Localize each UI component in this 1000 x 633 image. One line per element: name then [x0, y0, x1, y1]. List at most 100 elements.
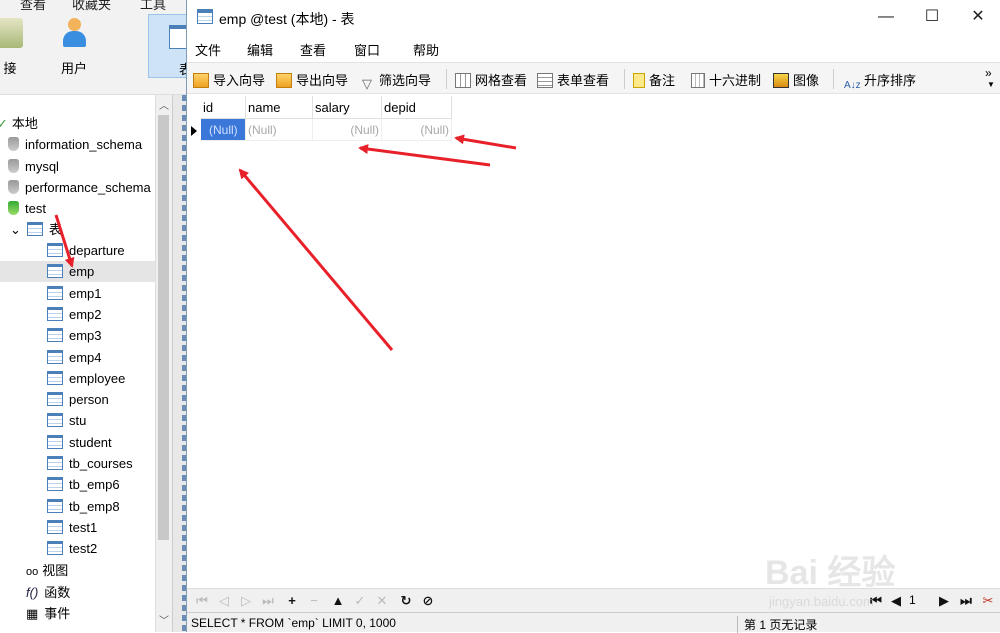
- tree-table-item[interactable]: emp2: [0, 304, 155, 325]
- tree-db-label: performance_schema: [25, 180, 151, 195]
- tree-table-label: person: [69, 392, 109, 408]
- form-view-button[interactable]: 表单查看: [537, 70, 609, 89]
- grid-cell-name[interactable]: (Null): [246, 119, 313, 141]
- close-button[interactable]: ✕: [955, 0, 1000, 34]
- tree-table-item[interactable]: student: [0, 432, 155, 453]
- tree-table-item[interactable]: emp1: [0, 283, 155, 304]
- title-bar[interactable]: emp @test (本地) - 表 — ☐ ✕: [187, 0, 1000, 34]
- tree-scrollbar-thumb[interactable]: [158, 115, 169, 540]
- add-record-icon[interactable]: +: [283, 592, 301, 610]
- tree-tables-node[interactable]: ⌄ 表: [10, 219, 62, 240]
- toolbar: 导入向导 导出向导 ▽ 筛选向导 网格查看 表单查看 备注 十六进制 图像 A↓z…: [187, 62, 1000, 94]
- bg-menu-favorites[interactable]: 收藏夹: [72, 0, 111, 13]
- bg-menu-view[interactable]: 查看: [20, 0, 46, 13]
- image-label: 图像: [793, 73, 820, 88]
- event-icon: ▦: [26, 606, 39, 621]
- export-wizard-label: 导出向导: [296, 73, 349, 88]
- image-button[interactable]: 图像: [773, 70, 819, 89]
- grid-cell-depid[interactable]: (Null): [382, 119, 452, 141]
- tree-table-item[interactable]: emp: [0, 261, 155, 283]
- tree-root-label: 本地: [11, 116, 38, 131]
- toolbar-dropdown-icon[interactable]: ▼: [987, 80, 995, 89]
- column-header-salary[interactable]: salary: [313, 96, 382, 119]
- stop-icon[interactable]: ⊘: [419, 592, 437, 610]
- tree-root[interactable]: ✓ 本地: [0, 113, 38, 134]
- tree-table-item[interactable]: test1: [0, 517, 155, 538]
- filter-wizard-button[interactable]: ▽ 筛选向导: [359, 70, 431, 91]
- watermark-url: jingyan.baidu.com: [769, 594, 874, 609]
- import-wizard-icon: [193, 73, 209, 88]
- bg-menu-tools[interactable]: 工具: [140, 0, 166, 13]
- column-header-id[interactable]: id: [201, 96, 246, 119]
- table-icon: [47, 243, 63, 257]
- tree-views-node[interactable]: oo 视图: [26, 560, 68, 581]
- tree-db-test[interactable]: test: [8, 198, 46, 219]
- tree-table-label: emp4: [69, 349, 102, 365]
- toolbar-overflow-button[interactable]: »: [985, 66, 992, 80]
- tree-db-label: information_schema: [25, 137, 143, 152]
- grid-cell-salary[interactable]: (Null): [313, 119, 382, 141]
- tree-table-item[interactable]: stu: [0, 410, 155, 431]
- first-record-icon[interactable]: ⏮: [193, 592, 211, 610]
- check-icon: ✓: [0, 116, 8, 131]
- menu-view[interactable]: 查看: [300, 40, 326, 59]
- minimize-button[interactable]: —: [863, 0, 909, 34]
- tree-table-item[interactable]: person: [0, 389, 155, 410]
- tree-db-mysql[interactable]: mysql: [8, 156, 59, 177]
- hex-button[interactable]: 十六进制: [691, 70, 761, 89]
- filter-wizard-icon: ▽: [362, 76, 372, 91]
- table-icon: [47, 434, 63, 449]
- previous-record-icon[interactable]: ◁: [215, 592, 233, 610]
- import-wizard-button[interactable]: 导入向导: [193, 70, 265, 89]
- bg-table-button[interactable]: 表: [148, 14, 192, 78]
- bg-connection-button[interactable]: 接: [0, 18, 40, 77]
- grid-view-button[interactable]: 网格查看: [455, 70, 527, 89]
- tree-table-label: emp3: [69, 328, 102, 344]
- tree-table-item[interactable]: departure: [0, 240, 155, 261]
- export-wizard-button[interactable]: 导出向导: [276, 70, 348, 89]
- next-record-icon[interactable]: ▷: [237, 592, 255, 610]
- maximize-button[interactable]: ☐: [909, 0, 955, 34]
- tree-functions-node[interactable]: f() 函数: [26, 582, 70, 603]
- table-window: emp @test (本地) - 表 — ☐ ✕ 文件 编辑 查看 窗口 帮助 …: [186, 0, 1000, 633]
- scroll-up-icon[interactable]: ︿: [159, 97, 169, 112]
- refresh-icon[interactable]: ↻: [397, 592, 415, 610]
- background-app-toolbar: 查看 收藏夹 工具 接 用户 表: [0, 0, 192, 95]
- menu-file[interactable]: 文件: [195, 40, 221, 59]
- menu-window[interactable]: 窗口: [354, 40, 380, 59]
- tree-db-performance-schema[interactable]: performance_schema: [8, 177, 151, 198]
- delete-record-icon[interactable]: −: [305, 592, 323, 610]
- tree-table-item[interactable]: tb_emp6: [0, 474, 155, 495]
- page-settings-icon[interactable]: ✂: [979, 592, 997, 610]
- navigation-tree: ✓ 本地 information_schema mysql performance…: [0, 95, 172, 632]
- tree-table-label: student: [69, 434, 112, 450]
- discard-changes-icon[interactable]: ✕: [373, 592, 391, 610]
- tree-views-label: 视图: [42, 563, 69, 578]
- table-icon: [47, 264, 63, 279]
- apply-changes-icon[interactable]: ✓: [351, 592, 369, 610]
- menu-help[interactable]: 帮助: [413, 40, 439, 59]
- tree-table-item[interactable]: tb_courses: [0, 453, 155, 474]
- sort-ascending-button[interactable]: A↓z 升序排序: [844, 70, 916, 93]
- tree-table-item[interactable]: emp3: [0, 325, 155, 346]
- tree-table-label: test2: [69, 541, 98, 557]
- tree-table-item[interactable]: test2: [0, 538, 155, 559]
- tree-table-item[interactable]: tb_emp8: [0, 496, 155, 517]
- scroll-down-icon[interactable]: ﹀: [159, 612, 169, 627]
- move-up-icon[interactable]: ▲: [329, 592, 347, 610]
- status-page-info: 第 1 页无记录: [737, 616, 817, 633]
- bg-user-button[interactable]: 用户: [44, 18, 104, 77]
- column-header-name[interactable]: name: [246, 96, 313, 119]
- column-header-depid[interactable]: depid: [382, 96, 452, 119]
- grid-cell-id[interactable]: (Null): [201, 119, 246, 141]
- tree-table-label: test1: [69, 519, 98, 535]
- tree-events-node[interactable]: ▦ 事件: [26, 603, 70, 624]
- watermark: Bai 经验 jingyan.baidu.com: [765, 545, 965, 609]
- data-grid[interactable]: id name salary depid (Null) (Null) (Null…: [187, 94, 1000, 588]
- last-record-icon[interactable]: ⏭: [259, 592, 277, 610]
- tree-db-information-schema[interactable]: information_schema: [8, 134, 142, 155]
- tree-table-item[interactable]: employee: [0, 368, 155, 389]
- menu-edit[interactable]: 编辑: [247, 40, 273, 59]
- tree-table-item[interactable]: emp4: [0, 347, 155, 368]
- memo-button[interactable]: 备注: [633, 70, 675, 89]
